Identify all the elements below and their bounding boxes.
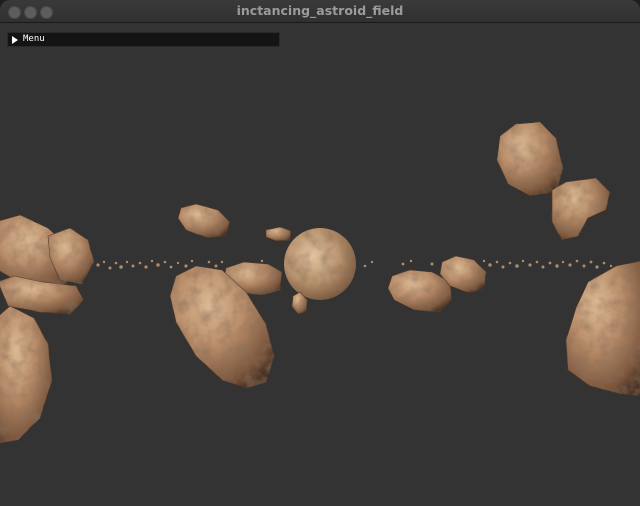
- triangle-right-icon: [12, 35, 18, 44]
- menu-collapsible-header[interactable]: Menu: [7, 32, 280, 47]
- asteroid: [177, 203, 231, 239]
- title-bar: inctancing_astroid_field: [0, 0, 640, 23]
- app-window: inctancing_astroid_field Menu: [0, 0, 640, 506]
- window-title: inctancing_astroid_field: [236, 3, 404, 18]
- asteroid-field-scene: [0, 121, 640, 444]
- asteroid: [551, 177, 611, 241]
- asteroid: [265, 226, 292, 242]
- planet-sphere: [284, 228, 356, 300]
- asteroid: [496, 121, 564, 197]
- render-viewport[interactable]: Menu: [0, 23, 640, 506]
- menu-label: Menu: [23, 34, 45, 44]
- asteroid: [565, 260, 640, 396]
- asteroid: [0, 305, 53, 444]
